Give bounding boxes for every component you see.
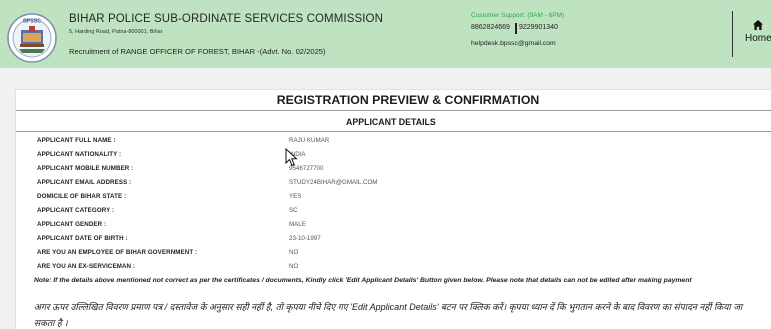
phone-separator [515,23,517,34]
support-email[interactable]: helpdesk.bpssc@gmail.com [471,40,556,47]
detail-value: NO [289,249,299,256]
detail-label: APPLICANT NATIONALITY : [37,151,122,158]
home-link[interactable]: Home [742,19,771,49]
panel-title-row: REGISTRATION PREVIEW & CONFIRMATION [16,90,771,111]
note-english: Note: If the details above mentioned not… [34,277,692,284]
detail-label: ARE YOU AN EX-SERVICEMAN : [37,263,136,270]
detail-value: RAJU KUMAR [289,137,330,144]
recruitment-title: Recruitment of RANGE OFFICER OF FOREST, … [69,47,326,56]
note-hindi: अगर ऊपर उल्लिखित विवरण प्रमाण पत्र / दस्… [34,302,743,328]
detail-label: APPLICANT CATEGORY : [37,207,115,214]
detail-value: 23-10-1997 [289,235,321,242]
org-title: BIHAR POLICE SUB-ORDINATE SERVICES COMMI… [69,13,383,25]
mouse-cursor-icon [285,148,298,167]
detail-label: APPLICANT MOBILE NUMBER : [37,165,134,172]
detail-row-ex-serviceman: ARE YOU AN EX-SERVICEMAN : NO [37,263,757,275]
detail-value: MALE [289,221,306,228]
detail-value: SC [289,207,298,214]
org-address: 5, Harding Road, Patna-800001, Bihar [69,29,163,35]
detail-row-dob: APPLICANT DATE OF BIRTH : 23-10-1997 [37,235,757,247]
site-header: BPSSC BIHAR POLICE SUB-ORDINATE SERVICES… [0,0,771,68]
detail-label: ARE YOU AN EMPLOYEE OF BIHAR GOVERNMENT … [37,249,198,256]
detail-label: APPLICANT DATE OF BIRTH : [37,235,128,242]
svg-text:BPSSC: BPSSC [23,19,41,25]
support-phone-2[interactable]: 9229901340 [519,24,558,31]
detail-label: APPLICANT FULL NAME : [37,137,116,144]
detail-row-gender: APPLICANT GENDER : MALE [37,221,757,233]
detail-label: APPLICANT EMAIL ADDRESS : [37,179,132,186]
detail-row-mobile: APPLICANT MOBILE NUMBER : 9546727700 [37,165,757,177]
detail-label: DOMICILE OF BIHAR STATE : [37,193,127,200]
home-icon [753,20,763,30]
section-title: APPLICANT DETAILS [346,117,436,127]
header-divider [732,11,733,57]
detail-value: STUDY24BIHAR@GMAIL.COM [289,179,378,186]
detail-row-full-name: APPLICANT FULL NAME : RAJU KUMAR [37,137,757,149]
detail-value: NO [289,263,299,270]
registration-preview-panel: REGISTRATION PREVIEW & CONFIRMATION APPL… [15,89,771,329]
detail-row-domicile: DOMICILE OF BIHAR STATE : YES [37,193,757,205]
support-phone-1[interactable]: 8862824669 [471,24,510,31]
detail-row-category: APPLICANT CATEGORY : SC [37,207,757,219]
detail-label: APPLICANT GENDER : [37,221,107,228]
detail-row-email: APPLICANT EMAIL ADDRESS : STUDY24BIHAR@G… [37,179,757,191]
home-label: Home [745,33,771,44]
bpssc-logo: BPSSC [7,13,57,63]
detail-row-govt-employee: ARE YOU AN EMPLOYEE OF BIHAR GOVERNMENT … [37,249,757,261]
support-title: Customer Support: (9AM - 6PM) [471,12,565,19]
detail-value: YES [289,193,302,200]
page-title: REGISTRATION PREVIEW & CONFIRMATION [276,93,540,107]
detail-row-nationality: APPLICANT NATIONALITY : INDIA [37,151,757,163]
section-header-row: APPLICANT DETAILS [16,112,771,132]
